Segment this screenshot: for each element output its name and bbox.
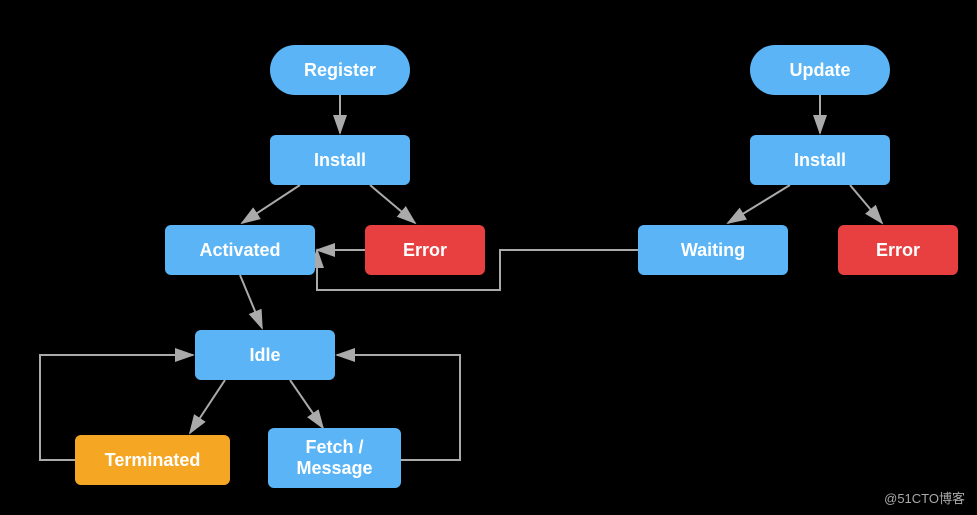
- idle-node: Idle: [195, 330, 335, 380]
- waiting-node: Waiting: [638, 225, 788, 275]
- error-left-node: Error: [365, 225, 485, 275]
- update-node: Update: [750, 45, 890, 95]
- activated-node: Activated: [165, 225, 315, 275]
- register-node: Register: [270, 45, 410, 95]
- watermark: @51CTO博客: [884, 488, 965, 507]
- install-left-node: Install: [270, 135, 410, 185]
- install-right-node: Install: [750, 135, 890, 185]
- fetch-message-node: Fetch / Message: [268, 428, 401, 488]
- terminated-node: Terminated: [75, 435, 230, 485]
- error-right-node: Error: [838, 225, 958, 275]
